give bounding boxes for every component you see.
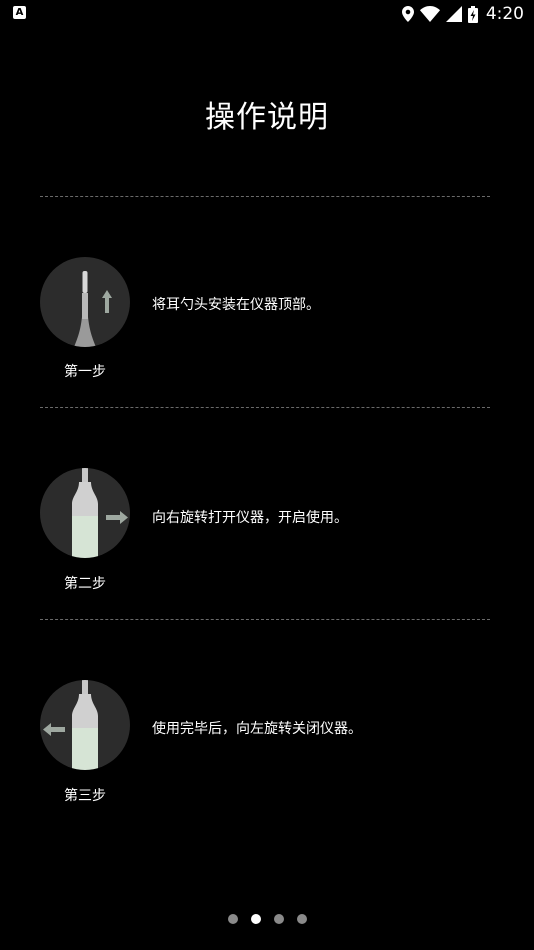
device-rotate-left-image — [40, 680, 130, 770]
page-dot-active[interactable] — [250, 914, 261, 924]
step-description: 使用完毕后，向左旋转关闭仪器。 — [152, 721, 362, 737]
step-description: 向右旋转打开仪器，开启使用。 — [152, 510, 348, 526]
page-dot[interactable] — [296, 914, 307, 924]
step-label: 第二步 — [64, 576, 106, 592]
page-indicator — [0, 914, 534, 924]
divider — [40, 196, 490, 197]
step-label: 第三步 — [64, 788, 106, 804]
step-label: 第一步 — [64, 364, 106, 380]
device-rotate-right-image — [40, 468, 130, 558]
divider — [40, 619, 490, 620]
signal-icon — [445, 6, 462, 22]
status-icons: 4:20 — [401, 3, 524, 25]
device-attach-earpick-image — [40, 257, 130, 347]
status-bar: A 4:20 — [0, 0, 534, 28]
wifi-icon — [419, 6, 440, 22]
battery-charging-icon — [467, 5, 478, 23]
page-dot[interactable] — [227, 914, 238, 924]
location-icon — [401, 6, 414, 22]
divider — [40, 407, 490, 408]
step-description: 将耳勺头安装在仪器顶部。 — [152, 297, 320, 313]
status-time: 4:20 — [485, 4, 524, 24]
page-dot[interactable] — [273, 914, 284, 924]
a-icon: A — [13, 6, 26, 19]
page-title: 操作说明 — [205, 100, 329, 135]
